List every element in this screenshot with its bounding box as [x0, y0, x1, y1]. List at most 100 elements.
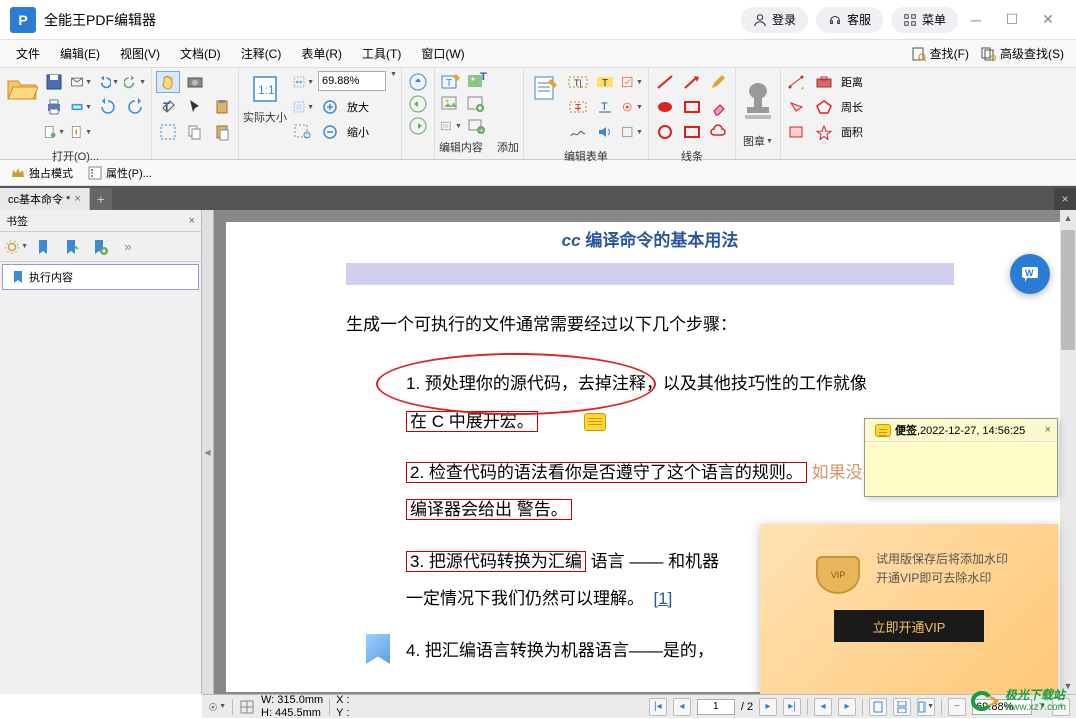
nav-up-icon[interactable]: [406, 71, 430, 93]
bookmark-gear-icon[interactable]: ▼: [4, 235, 28, 259]
service-button[interactable]: 客服: [816, 7, 883, 33]
form-icon[interactable]: [528, 71, 564, 107]
polygon-icon[interactable]: [812, 96, 836, 118]
scroll-up-icon[interactable]: ▲: [1060, 210, 1076, 226]
menu-form[interactable]: 表单(R): [291, 41, 352, 66]
fit-width-icon[interactable]: ▼: [291, 71, 315, 93]
document-tab[interactable]: cc基本命令 * ×: [0, 188, 90, 210]
attach-icon[interactable]: ▼: [69, 121, 93, 143]
menu-file[interactable]: 文件: [6, 41, 50, 66]
eraser-icon[interactable]: [707, 96, 731, 118]
login-button[interactable]: 登录: [741, 7, 808, 33]
undo-icon[interactable]: ▼: [96, 71, 120, 93]
nav-right-icon[interactable]: [406, 115, 430, 137]
menu-document[interactable]: 文档(D): [170, 41, 231, 66]
layout-single-icon[interactable]: [869, 698, 887, 716]
edit-image-icon[interactable]: [439, 93, 463, 115]
page-input[interactable]: [697, 699, 735, 715]
next-page-icon[interactable]: ▸: [759, 698, 777, 716]
cloud-icon[interactable]: [707, 121, 731, 143]
menu-view[interactable]: 视图(V): [110, 41, 170, 66]
vip-upgrade-button[interactable]: 立即开通VIP: [834, 610, 984, 642]
strikeout-icon[interactable]: T: [566, 96, 590, 118]
sidebar-collapse[interactable]: ◂: [202, 210, 214, 694]
text-select-icon[interactable]: T: [156, 96, 180, 118]
open-folder-icon[interactable]: [4, 71, 40, 107]
redo-icon[interactable]: ▼: [123, 71, 147, 93]
snapshot-icon[interactable]: [183, 71, 207, 93]
scroll-thumb[interactable]: [1061, 230, 1075, 350]
email-icon[interactable]: ▼: [69, 71, 93, 93]
text-field-icon[interactable]: T|: [566, 71, 590, 93]
reference-link[interactable]: [1]: [653, 589, 672, 608]
close-button[interactable]: ✕: [1030, 5, 1066, 35]
underline-field-icon[interactable]: T: [593, 96, 617, 118]
tab-add-button[interactable]: +: [90, 188, 112, 210]
print-icon[interactable]: [42, 96, 66, 118]
nav-fwd-icon[interactable]: ▸: [838, 698, 856, 716]
marquee-zoom-icon[interactable]: [291, 121, 315, 143]
bookmark-item[interactable]: 执行内容: [2, 264, 199, 290]
line-icon[interactable]: [653, 71, 677, 93]
maximize-button[interactable]: ☐: [994, 5, 1030, 35]
edit-object-icon[interactable]: ▼: [439, 115, 463, 137]
pointer-icon[interactable]: [183, 96, 207, 118]
clipboard-icon[interactable]: [210, 96, 234, 118]
tabbar-close-icon[interactable]: ×: [1054, 188, 1076, 210]
distance-icon[interactable]: [785, 71, 809, 93]
bookmark-new-icon[interactable]: [32, 235, 56, 259]
exclusive-mode-button[interactable]: 独占模式: [6, 163, 77, 183]
scan-icon[interactable]: ▼: [69, 96, 93, 118]
nav-back-icon[interactable]: ◂: [814, 698, 832, 716]
add-image-icon[interactable]: [465, 93, 489, 115]
layout-cont-icon[interactable]: [893, 698, 911, 716]
note-close-icon[interactable]: ×: [1045, 424, 1051, 436]
sound-icon[interactable]: [593, 121, 617, 143]
radio-icon[interactable]: ▼: [620, 96, 644, 118]
vertical-scrollbar[interactable]: ▲ ▼: [1060, 210, 1076, 694]
options-icon[interactable]: ▼: [208, 698, 226, 716]
pencil-icon[interactable]: [707, 71, 731, 93]
menu-edit[interactable]: 编辑(E): [50, 41, 110, 66]
checkbox-icon[interactable]: ▼: [620, 71, 644, 93]
prev-page-icon[interactable]: ◂: [673, 698, 691, 716]
fit-height-icon[interactable]: ▼: [291, 96, 315, 118]
sb-zoom-out-icon[interactable]: −: [948, 698, 966, 716]
first-page-icon[interactable]: |◂: [649, 698, 667, 716]
properties-button[interactable]: 属性(P)...: [83, 163, 156, 183]
perimeter-icon[interactable]: [785, 96, 809, 118]
advanced-find-button[interactable]: 高级查找(S): [975, 43, 1070, 64]
add-shape-icon[interactable]: +: [465, 115, 489, 137]
rotate-left-icon[interactable]: [96, 96, 120, 118]
sticky-note-icon[interactable]: [584, 413, 606, 431]
bookmark-add-icon[interactable]: [88, 235, 112, 259]
more-form-icon[interactable]: ▼: [620, 121, 644, 143]
area-icon[interactable]: [785, 121, 809, 143]
star-icon[interactable]: [812, 121, 836, 143]
fit-page-icon[interactable]: 1:1: [247, 71, 283, 107]
menu-window[interactable]: 窗口(W): [411, 41, 474, 66]
toolbox-icon[interactable]: [812, 71, 836, 93]
menu-comment[interactable]: 注释(C): [231, 41, 292, 66]
hand-tool-icon[interactable]: [156, 71, 180, 93]
stamp-icon[interactable]: [740, 71, 776, 131]
select-all-icon[interactable]: [156, 121, 180, 143]
arrow-icon[interactable]: [680, 71, 704, 93]
highlight-field-icon[interactable]: T: [593, 71, 617, 93]
zoom-out-icon[interactable]: [318, 121, 342, 143]
minimize-button[interactable]: ─: [958, 5, 994, 35]
find-button[interactable]: 查找(F): [905, 43, 975, 64]
circle-icon[interactable]: [653, 121, 677, 143]
sidebar-close-icon[interactable]: ×: [189, 215, 195, 227]
bookmark-more-icon[interactable]: »: [116, 235, 140, 259]
rotate-right-icon[interactable]: [123, 96, 147, 118]
layout-facing-icon[interactable]: ▼: [917, 698, 935, 716]
add-text-icon[interactable]: T: [465, 71, 489, 93]
bookmark-child-icon[interactable]: [60, 235, 84, 259]
chat-fab[interactable]: W: [1010, 254, 1050, 294]
rect-icon[interactable]: [680, 121, 704, 143]
note-body[interactable]: [865, 442, 1057, 496]
zoom-in-icon[interactable]: [318, 96, 342, 118]
menu-tools[interactable]: 工具(T): [352, 41, 411, 66]
save-icon[interactable]: [42, 71, 66, 93]
